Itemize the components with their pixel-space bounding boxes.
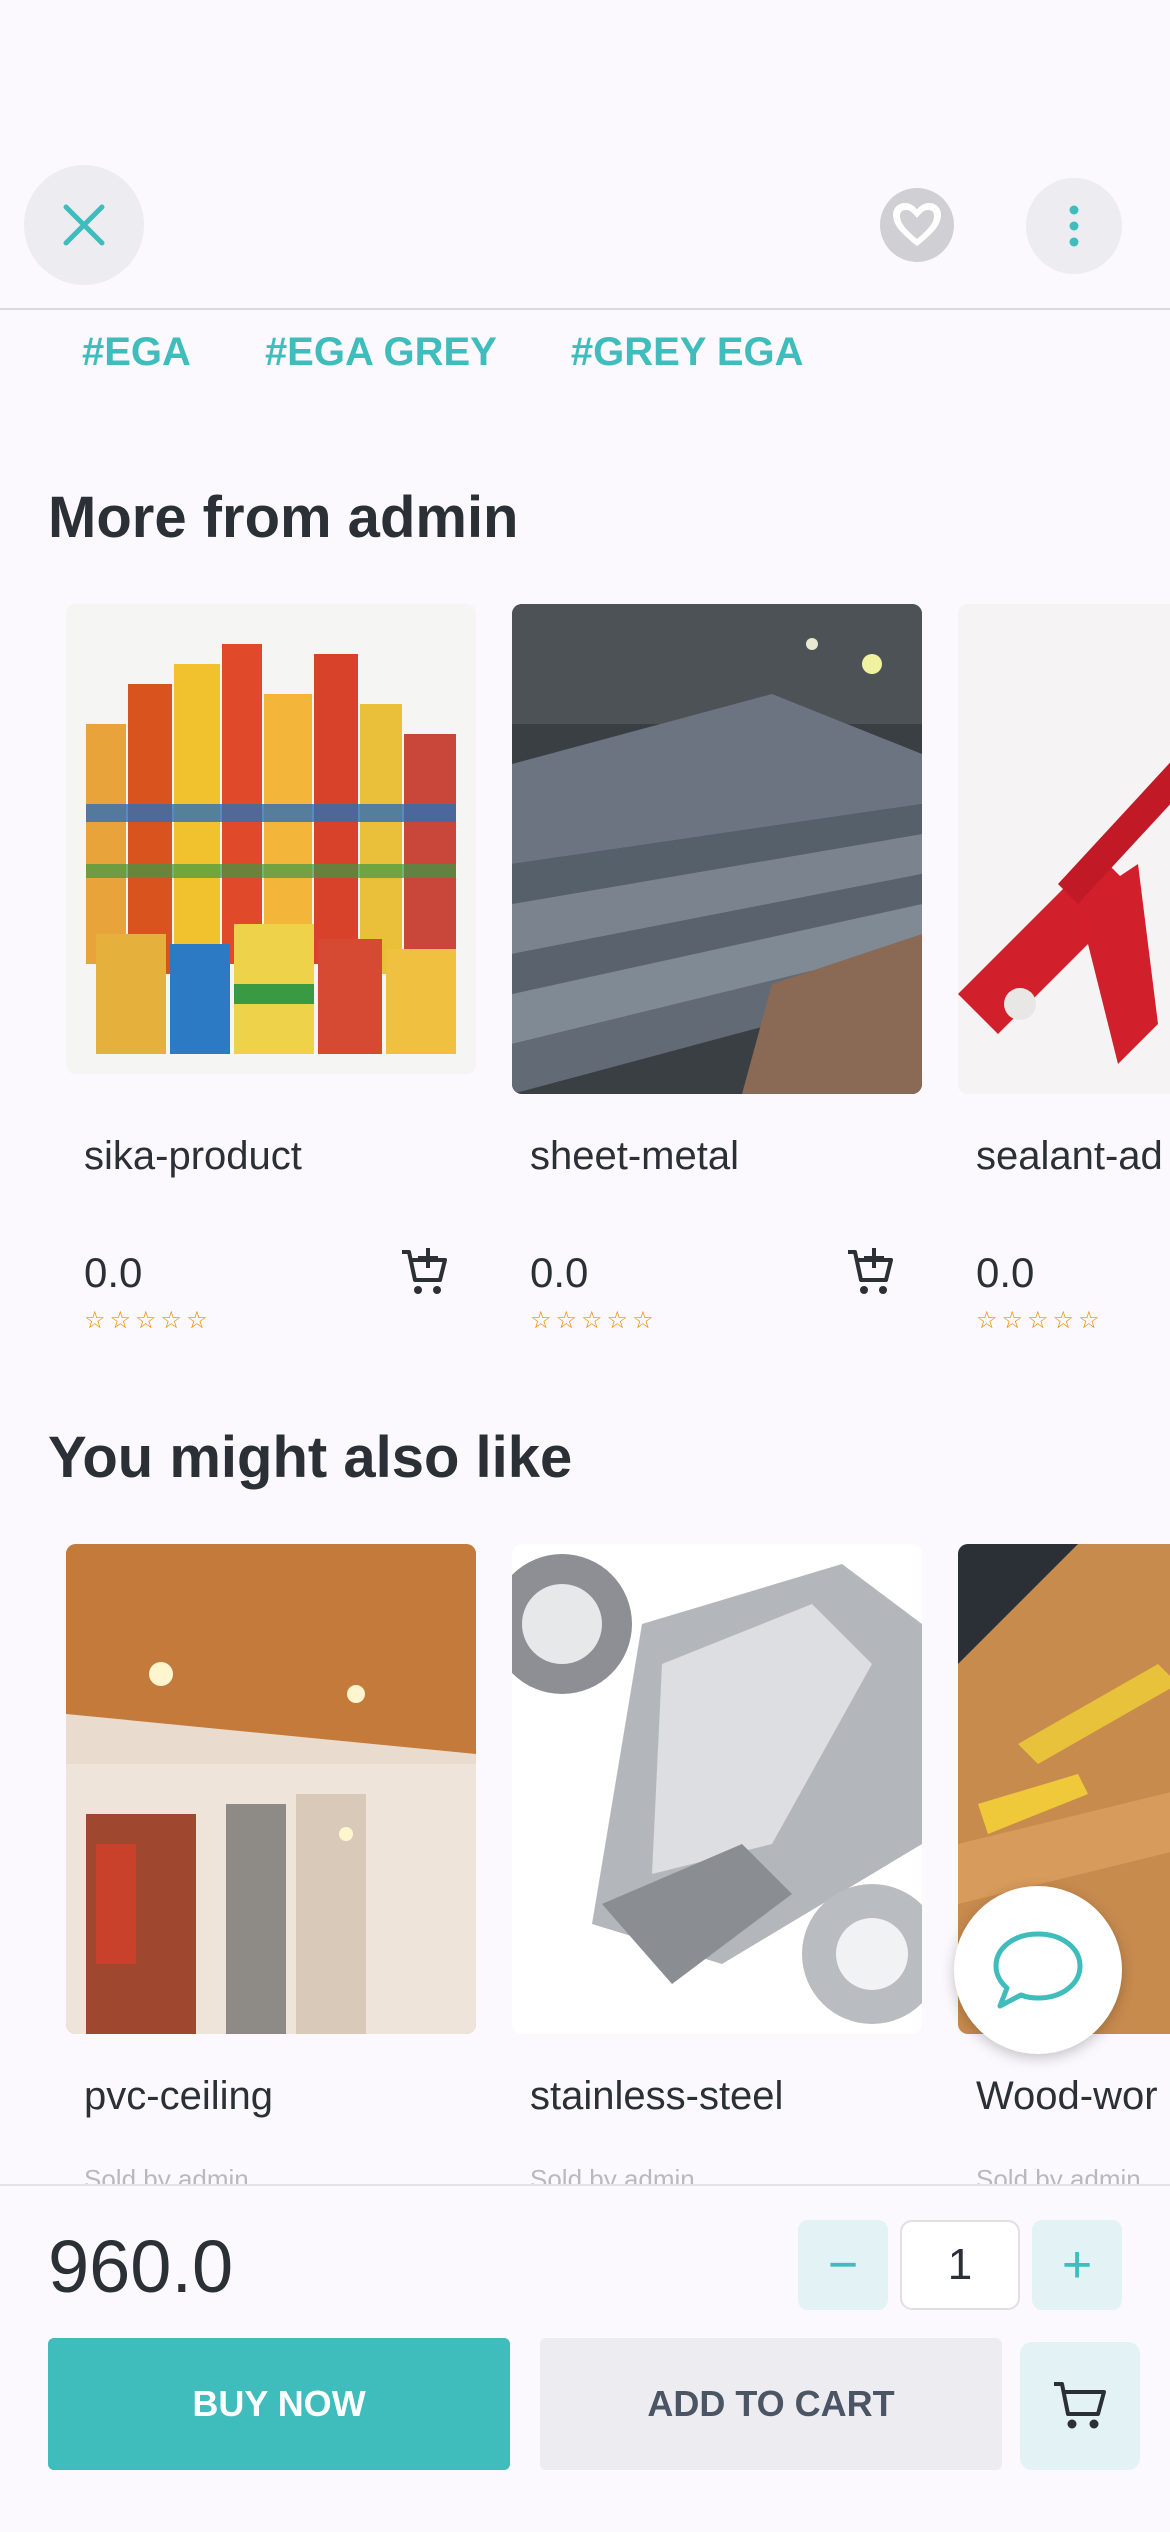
close-icon [63, 204, 105, 246]
close-button[interactable] [24, 165, 144, 285]
product-name: stainless-steel [530, 2074, 784, 2118]
add-to-cart-icon[interactable] [396, 1244, 452, 1300]
more-vertical-icon [1069, 205, 1079, 247]
product-image[interactable] [958, 604, 1170, 1094]
tag-grey-ega[interactable]: #GREY EGA [571, 330, 804, 375]
product-price: 0.0 [530, 1249, 589, 1296]
sold-by-text: Sold by admin [84, 2164, 249, 2184]
add-to-cart-button[interactable]: ADD TO CART [540, 2338, 1002, 2470]
more-from-title: More from admin [48, 485, 519, 550]
sold-by-text: Sold by admin [530, 2164, 695, 2184]
product-name: sealant-ad [976, 1134, 1163, 1178]
quantity-value[interactable]: 1 [900, 2220, 1020, 2310]
product-card[interactable]: pvc-ceiling Sold by admin [66, 1544, 476, 2184]
product-name: Wood-wor [976, 2074, 1158, 2118]
rating-stars: ☆☆☆☆☆ [84, 1307, 212, 1334]
favorite-button[interactable] [880, 188, 954, 262]
product-image[interactable] [512, 1544, 922, 2034]
tag-ega-grey[interactable]: #EGA GREY [265, 330, 497, 375]
product-card[interactable]: sika-product 0.0 ☆☆☆☆☆ [66, 604, 476, 1404]
also-like-title: You might also like [48, 1425, 573, 1490]
product-price: 0.0 [84, 1249, 143, 1296]
rating-stars: ☆☆☆☆☆ [976, 1307, 1104, 1334]
chat-bubble-icon [993, 1931, 1083, 2009]
more-options-button[interactable] [1026, 178, 1122, 274]
cart-button[interactable] [1020, 2342, 1140, 2470]
product-card[interactable]: sheet-metal 0.0 ☆☆☆☆☆ [512, 604, 922, 1404]
quantity-decrease-button[interactable]: − [798, 2220, 888, 2310]
also-like-row[interactable]: pvc-ceiling Sold by admin stainless-stee… [0, 1544, 1170, 2184]
tag-list: #EGA #EGA GREY #GREY EGA [82, 322, 804, 382]
product-card[interactable]: Wood-wor Sold by admin [958, 1544, 1170, 2184]
shopping-cart-icon [1054, 2382, 1106, 2429]
buy-now-button[interactable]: BUY NOW [48, 2338, 510, 2470]
product-name: sika-product [84, 1134, 302, 1178]
bottom-action-bar: 960.0 − 1 + BUY NOW ADD TO CART [0, 2184, 1170, 2532]
product-card[interactable]: sealant-ad 0.0 ☆☆☆☆☆ [958, 604, 1170, 1404]
heart-icon [892, 202, 942, 247]
product-image[interactable] [66, 604, 476, 1074]
rating-stars: ☆☆☆☆☆ [530, 1307, 658, 1334]
top-header [0, 0, 1170, 310]
product-image[interactable] [66, 1544, 476, 2034]
product-price: 0.0 [976, 1249, 1035, 1296]
product-price-total: 960.0 [48, 2225, 234, 2308]
chat-button[interactable] [954, 1886, 1122, 2054]
add-to-cart-icon[interactable] [842, 1244, 898, 1300]
product-name: sheet-metal [530, 1134, 739, 1178]
product-card[interactable]: stainless-steel Sold by admin [512, 1544, 922, 2184]
product-name: pvc-ceiling [84, 2074, 273, 2118]
more-from-row[interactable]: sika-product 0.0 ☆☆☆☆☆ sheet-metal 0.0 ☆… [0, 604, 1170, 1404]
product-image[interactable] [512, 604, 922, 1094]
tag-ega[interactable]: #EGA [82, 330, 191, 375]
quantity-increase-button[interactable]: + [1032, 2220, 1122, 2310]
sold-by-text: Sold by admin [976, 2164, 1141, 2184]
